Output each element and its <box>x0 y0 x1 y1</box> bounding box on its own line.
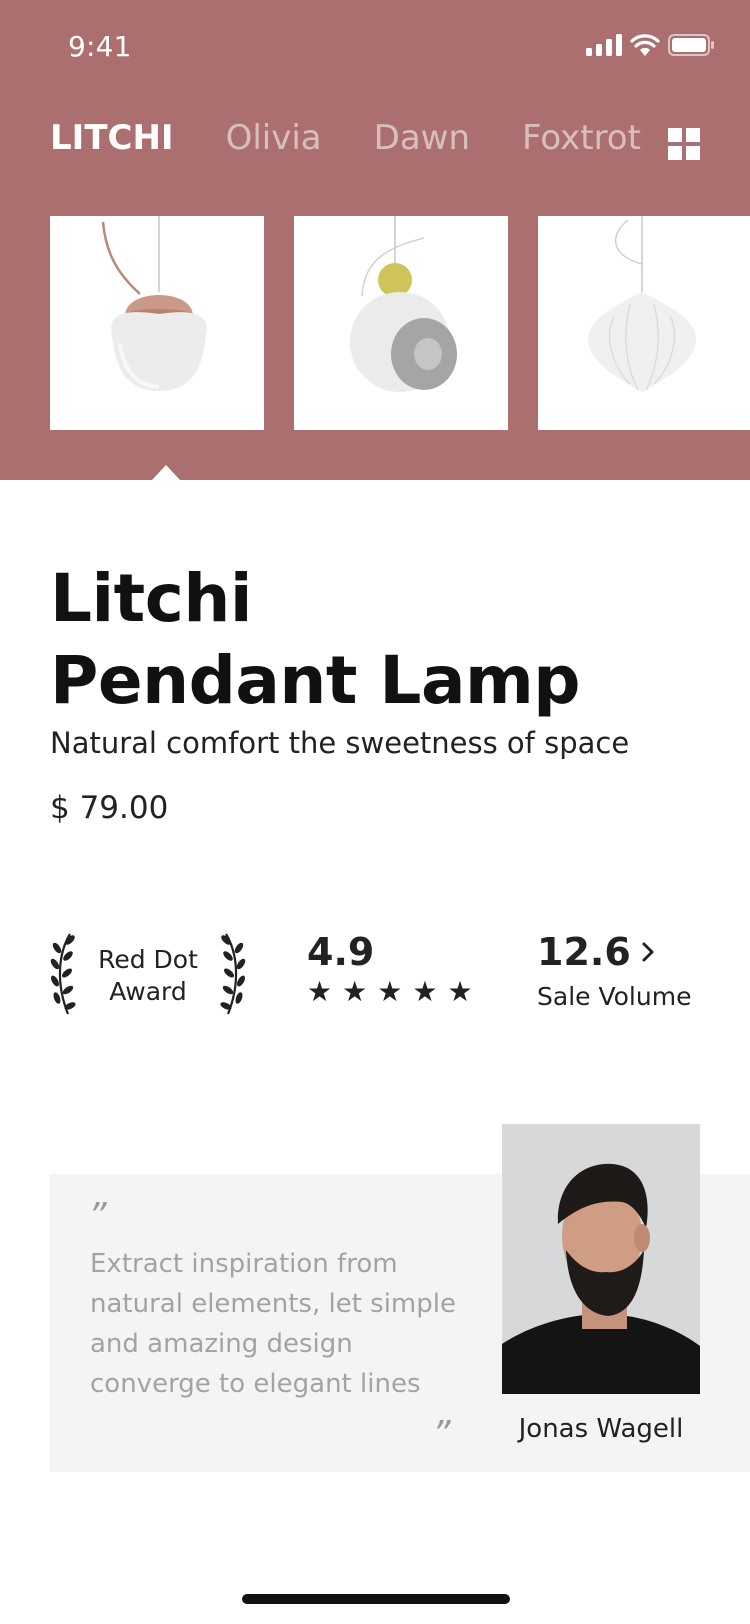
tab-dawn[interactable]: Dawn <box>374 118 470 158</box>
dawn-lamp-image <box>587 216 697 392</box>
chevron-right-icon <box>642 942 654 962</box>
status-time: 9:41 <box>68 30 132 63</box>
product-carousel <box>0 216 750 430</box>
carousel-item-dawn[interactable] <box>538 216 750 430</box>
category-tabs: LITCHI Olivia Dawn Foxtrot <box>50 118 693 158</box>
olivia-lamp-image <box>350 216 457 392</box>
star-icon: ★ <box>412 975 438 1008</box>
sales-value: 12.6 <box>537 930 631 974</box>
sales-label: Sale Volume <box>537 982 692 1011</box>
product-tagline: Natural comfort the sweetness of space <box>50 726 630 760</box>
quote-author: Jonas Wagell <box>518 1414 684 1444</box>
carousel-item-litchi[interactable] <box>50 216 264 430</box>
selected-pointer <box>152 465 180 480</box>
rating-value: 4.9 <box>307 930 375 974</box>
tab-olivia[interactable]: Olivia <box>226 118 322 158</box>
award-badge: Red Dot Award <box>48 930 248 1016</box>
sales-link[interactable]: 12.6 <box>537 930 691 974</box>
designer-portrait <box>502 1124 700 1394</box>
wifi-icon <box>630 34 660 56</box>
quote-close-mark: ” <box>432 1414 451 1455</box>
status-icons <box>586 34 714 56</box>
star-icon: ★ <box>377 975 403 1008</box>
header: 9:41 LITCHI Olivia Dawn Foxtrot <box>0 0 750 480</box>
grid-view-icon[interactable] <box>668 128 700 160</box>
quote-text: Extract inspiration from natural element… <box>90 1249 456 1399</box>
award-line2: Award <box>109 977 187 1006</box>
sales-block[interactable]: 12.6 Sale Volume <box>537 930 691 1011</box>
laurel-left-icon <box>50 933 76 1015</box>
litchi-lamp-image <box>101 216 207 391</box>
star-icon: ★ <box>307 975 333 1008</box>
quote-open-mark: ” <box>88 1196 107 1237</box>
award-text: Red Dot Award <box>78 944 218 1008</box>
carousel-item-olivia[interactable] <box>294 216 508 430</box>
product-title-line2: Pendant Lamp <box>50 642 581 719</box>
home-indicator[interactable] <box>242 1594 510 1604</box>
status-bar: 9:41 <box>0 0 750 90</box>
star-icon: ★ <box>447 975 473 1008</box>
product-price: $ 79.00 <box>50 790 169 826</box>
designer-avatar <box>502 1124 700 1394</box>
tab-foxtrot[interactable]: Foxtrot <box>522 118 641 158</box>
rating-stars: ★ ★ ★ ★ ★ <box>307 976 473 1008</box>
laurel-right-icon <box>220 933 246 1015</box>
product-title-line1: Litchi <box>50 560 252 637</box>
cellular-signal-icon <box>586 34 622 56</box>
battery-icon <box>668 34 714 56</box>
award-line1: Red Dot <box>98 945 198 974</box>
product-screen: 9:41 LITCHI Olivia Dawn Foxtrot Litchi P… <box>0 0 750 1624</box>
tab-litchi[interactable]: LITCHI <box>50 118 174 158</box>
star-icon: ★ <box>342 975 368 1008</box>
product-title: Litchi Pendant Lamp <box>50 558 581 722</box>
rating-block: 4.9 ★ ★ ★ ★ ★ <box>307 930 473 1008</box>
